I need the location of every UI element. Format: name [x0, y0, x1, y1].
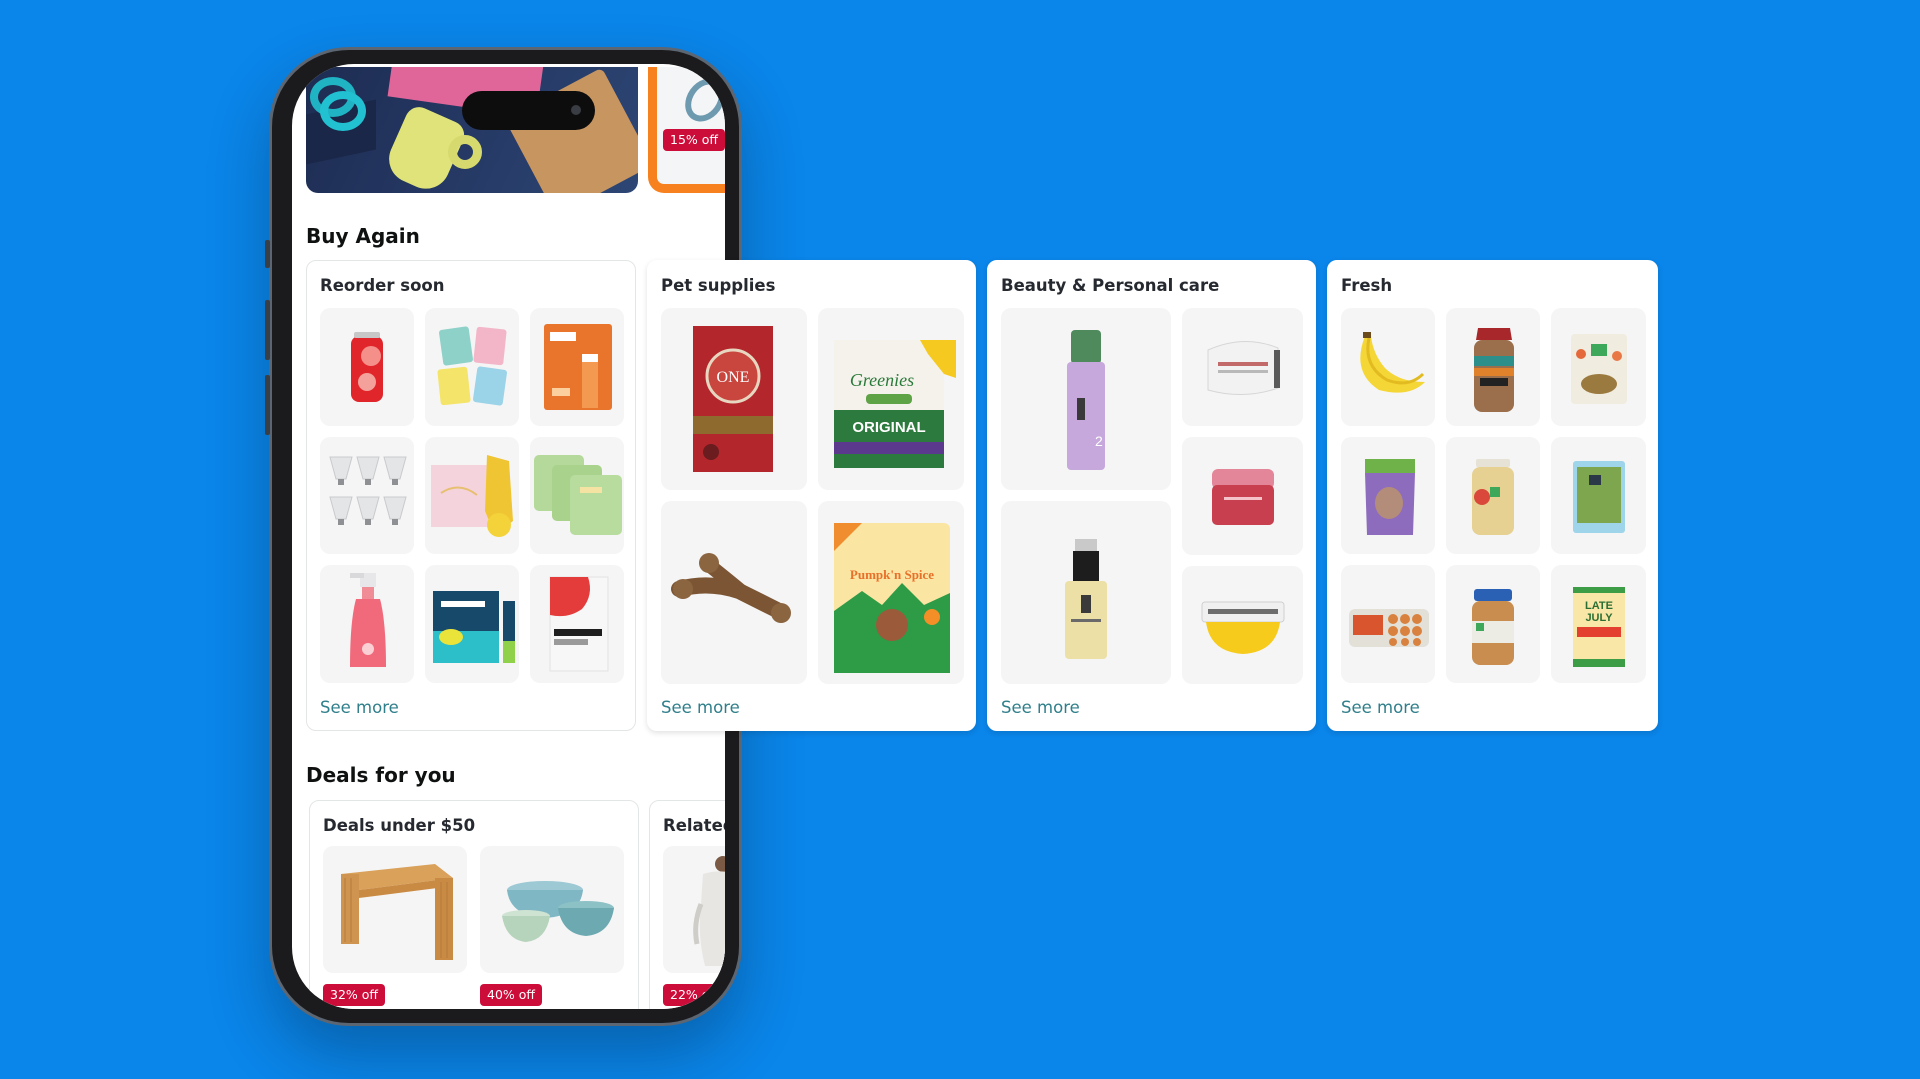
greenies-box-image: Greenies ORIGINAL	[834, 340, 956, 468]
hydration-multiplier-image	[433, 591, 515, 663]
pumpkin-treats-image: Pumpk'n Spice	[834, 523, 950, 673]
product-tile[interactable]	[1182, 308, 1303, 426]
see-more-link[interactable]: See more	[661, 698, 740, 717]
soda-can-image	[351, 332, 383, 402]
card-title: Pet supplies	[661, 276, 776, 295]
deal-tile[interactable]	[663, 846, 725, 973]
phone-volume-up-button	[265, 300, 270, 360]
product-tile[interactable]	[530, 565, 624, 683]
beauty-personal-care-card[interactable]: Beauty & Personal care 2 See more	[987, 260, 1316, 731]
product-tile[interactable]	[320, 437, 414, 554]
product-tile[interactable]	[530, 437, 624, 554]
bread-loaf-image	[1474, 328, 1514, 412]
robe-image	[693, 856, 725, 966]
mighty-patch-image	[549, 576, 609, 672]
eye-masks-image	[431, 455, 513, 537]
face-cream-jar-image	[1207, 340, 1280, 396]
card-title: Reorder soon	[320, 276, 445, 295]
phone-volume-down-button	[265, 375, 270, 435]
banner-loop-product	[677, 70, 725, 130]
product-tile[interactable]	[1551, 437, 1646, 554]
cleansing-wipes-image	[534, 455, 622, 535]
deals-card[interactable]: Deals under $50 32% off 40% off	[309, 800, 639, 1009]
protein-bars-box-image	[544, 324, 612, 410]
promo-banner[interactable]	[306, 67, 638, 193]
product-tile[interactable]	[661, 501, 807, 684]
card-title: Fresh	[1341, 276, 1393, 295]
product-tile[interactable]	[425, 308, 519, 426]
reorder-soon-card[interactable]: Reorder soon See more	[306, 260, 636, 731]
spray-cleaner-image	[350, 573, 386, 667]
product-tile[interactable]	[1341, 437, 1435, 554]
product-tile[interactable]	[1001, 501, 1171, 684]
product-tile[interactable]	[530, 308, 624, 426]
deals-card[interactable]: Related 22% off	[649, 800, 725, 1009]
dynamic-island	[462, 91, 595, 130]
wishbone-chew-image	[671, 553, 791, 623]
product-tile[interactable]	[1446, 565, 1540, 683]
front-camera-icon	[571, 105, 581, 115]
product-tile[interactable]	[1551, 308, 1646, 426]
bench-image	[341, 864, 453, 960]
product-tile[interactable]	[1182, 437, 1303, 555]
deals-card-title: Deals under $50	[323, 816, 476, 835]
product-tile[interactable]: ONE	[661, 308, 807, 490]
product-tile[interactable]	[1446, 437, 1540, 554]
discount-badge: 22% off	[663, 984, 725, 1006]
discount-badge: 15% off	[663, 129, 725, 151]
deal-tile[interactable]	[323, 846, 467, 973]
product-tile[interactable]	[425, 437, 519, 554]
product-tile[interactable]	[1446, 308, 1540, 426]
svg-text:JULY: JULY	[1585, 612, 1613, 624]
discount-badge: 40% off	[480, 984, 543, 1006]
moisturizing-gel-image	[1065, 539, 1107, 659]
product-tile[interactable]	[425, 565, 519, 683]
product-tile[interactable]	[1182, 566, 1303, 684]
eggs-carton-image	[1349, 609, 1429, 647]
fresh-card[interactable]: Fresh LATE JULY See more	[1327, 260, 1658, 731]
banner-ring	[320, 91, 366, 131]
deal-tile[interactable]	[480, 846, 624, 973]
product-tile[interactable]	[1341, 565, 1435, 683]
svg-text:ONE: ONE	[717, 369, 750, 386]
see-more-link[interactable]: See more	[1341, 698, 1420, 717]
svg-text:LATE: LATE	[1585, 600, 1613, 612]
phone-action-button	[265, 240, 270, 268]
deals-heading: Deals for you	[306, 763, 456, 787]
dog-food-bag-image: ONE	[693, 326, 773, 472]
svg-text:ORIGINAL: ORIGINAL	[852, 419, 925, 436]
vegetable-bag-image	[1571, 334, 1627, 404]
banner-mug-handle	[448, 135, 482, 169]
see-more-link[interactable]: See more	[320, 698, 399, 717]
bananas-image	[1360, 332, 1425, 393]
product-tile[interactable]: 2	[1001, 308, 1171, 490]
deals-card-title: Related	[663, 816, 725, 835]
product-tile[interactable]: LATE JULY	[1551, 565, 1646, 683]
see-more-link[interactable]: See more	[1001, 698, 1080, 717]
product-tile[interactable]: Pumpk'n Spice	[818, 501, 964, 684]
pet-supplies-card[interactable]: Pet supplies ONE Greenies ORIGINAL Pumpk…	[647, 260, 976, 731]
lip-mask-jar-image	[1212, 469, 1274, 525]
peanut-butter-jar-image	[1472, 589, 1514, 665]
greens-bag-image	[1573, 461, 1625, 533]
product-tile[interactable]	[1341, 308, 1435, 426]
snack-pouches-image	[437, 326, 507, 406]
applesauce-jar-image	[1472, 459, 1514, 535]
discount-badge: 32% off	[323, 984, 386, 1006]
tortilla-chips-bag-image: LATE JULY	[1573, 587, 1625, 667]
potato-bag-image	[1365, 459, 1415, 535]
product-tile[interactable]	[320, 308, 414, 426]
svg-text:2: 2	[1095, 433, 1103, 449]
product-tile[interactable]	[320, 565, 414, 683]
body-cream-jar-image	[1201, 601, 1285, 654]
mixing-bowls-image	[502, 881, 614, 942]
buy-again-heading: Buy Again	[306, 224, 420, 248]
promo-banner-secondary[interactable]: 15% off	[648, 67, 725, 193]
svg-text:Pumpk'n Spice: Pumpk'n Spice	[850, 567, 934, 582]
svg-text:Greenies: Greenies	[850, 370, 914, 390]
clarifying-lotion-image: 2	[1067, 330, 1105, 470]
product-tile[interactable]: Greenies ORIGINAL	[818, 308, 964, 490]
light-bulbs-image	[329, 456, 407, 525]
card-title: Beauty & Personal care	[1001, 276, 1220, 295]
